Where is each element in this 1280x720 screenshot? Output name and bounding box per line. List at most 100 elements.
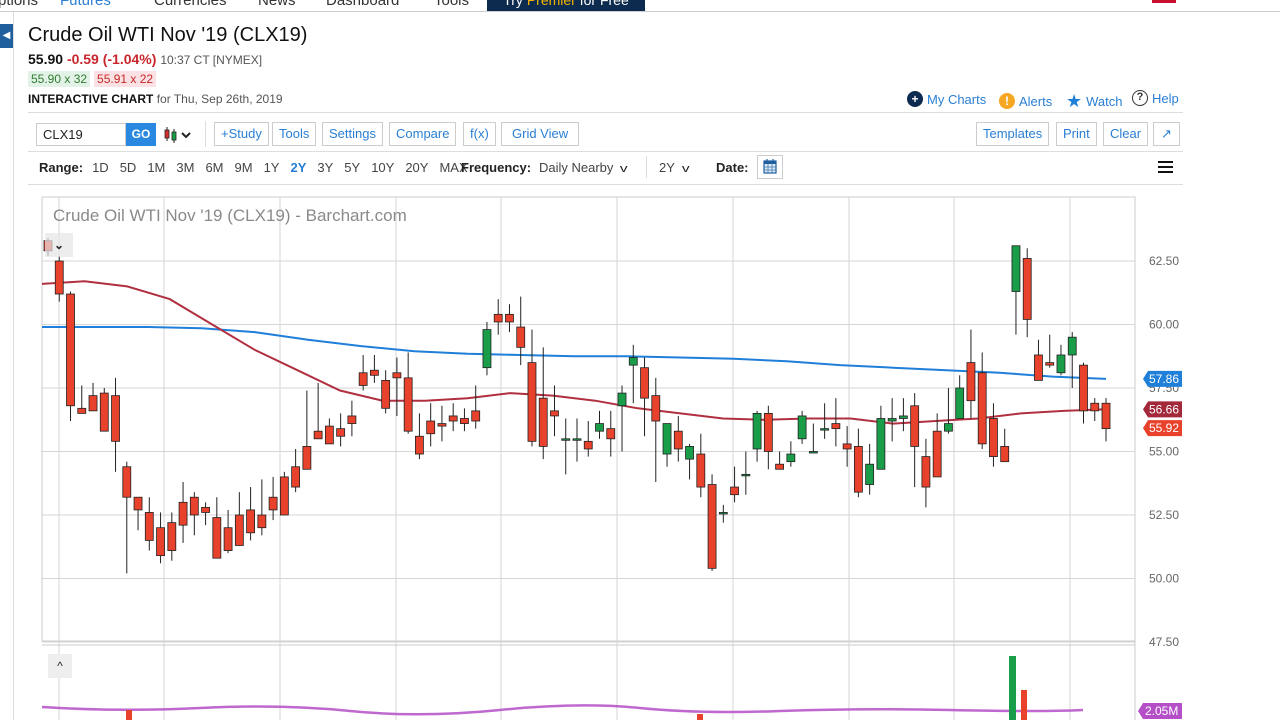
candle (178, 481, 188, 543)
volume-bar (1021, 690, 1027, 720)
candle-body-up (820, 428, 830, 431)
candle-body-down (234, 514, 244, 546)
candle-body-down (516, 326, 526, 348)
chevron-down-icon: ⌄ (53, 238, 65, 252)
candle (820, 403, 830, 439)
y-tick-label: 50.00 (1149, 572, 1179, 586)
candle (696, 433, 706, 498)
candle (1079, 362, 1088, 424)
candle-body-up (718, 512, 728, 515)
y-tick-label: 47.50 (1149, 635, 1179, 649)
volume-pane-toggle-button[interactable]: ^ (48, 654, 72, 678)
candle (876, 405, 886, 470)
candle-body-up (741, 473, 751, 477)
candle-body-down (730, 486, 739, 496)
candle-body-down (302, 446, 312, 470)
candle-body-down (313, 430, 323, 440)
candle (651, 377, 661, 482)
candle-body-down (763, 412, 773, 452)
candle-body-down (966, 362, 976, 402)
y-tick-label: 60.00 (1149, 318, 1179, 332)
candle-body-up (944, 423, 953, 432)
candle (989, 403, 998, 467)
candle-body-up (786, 453, 796, 463)
chart-grid (41, 196, 1136, 720)
candle-body-down (189, 496, 199, 516)
candle-body-down (212, 517, 222, 559)
candle-body-down (977, 372, 987, 445)
candle-body-down (291, 466, 301, 488)
candle-body-down (640, 367, 649, 399)
candle (448, 403, 458, 432)
volume-tag: 2.05M (1138, 703, 1182, 719)
candle (234, 492, 244, 546)
moving-averages (41, 280, 1107, 425)
candle-body-down (415, 435, 424, 455)
candle (313, 382, 323, 440)
candle (156, 512, 165, 564)
candle-body-up (955, 387, 965, 419)
y-tick-label: 62.50 (1149, 254, 1179, 268)
candle-body-down (696, 453, 706, 488)
candle (752, 410, 762, 462)
candle-body-down (1101, 402, 1111, 430)
candle (662, 423, 672, 467)
candle-body-up (1011, 245, 1021, 292)
candle (54, 255, 64, 302)
candle (707, 474, 717, 571)
candle (212, 497, 222, 559)
candle (88, 382, 98, 412)
candle (392, 357, 402, 416)
candle (111, 377, 120, 472)
candle (189, 492, 199, 536)
candle (291, 448, 301, 493)
candle (381, 370, 391, 414)
candle-body-down (842, 443, 852, 450)
legend-toggle-button[interactable]: ⌄ (45, 233, 73, 257)
ma-slow-line (42, 326, 1107, 380)
candles (43, 238, 1111, 574)
candle (1022, 248, 1032, 338)
candle-body-down (437, 423, 447, 427)
candle-body-down (99, 392, 109, 432)
candle (887, 398, 897, 442)
candle (223, 509, 233, 554)
candle-body-down (257, 514, 267, 529)
candle-body-down (201, 506, 210, 513)
candle-body-up (561, 438, 571, 441)
candle-body-down (932, 430, 942, 478)
candle (403, 352, 413, 434)
candle-body-down (167, 522, 177, 551)
candle (426, 403, 436, 447)
candle (482, 321, 492, 376)
candle-body-up (1067, 336, 1077, 356)
candle (910, 393, 920, 488)
tag-label: 55.92 (1149, 421, 1179, 435)
candle-body-down (77, 407, 87, 414)
candle (899, 398, 908, 432)
candle-body-down (88, 395, 98, 412)
candle (122, 461, 132, 574)
candle (685, 443, 694, 480)
candle-body-up (662, 423, 672, 455)
candle (1101, 398, 1111, 442)
candle-body-down (460, 418, 469, 424)
candle-body-up (1056, 354, 1066, 374)
candle (279, 471, 289, 516)
candle-body-down (538, 397, 548, 447)
candle (730, 466, 739, 503)
candle (808, 423, 818, 454)
candle-body-down (831, 423, 841, 430)
candle-body-down (1090, 402, 1100, 412)
candle-body-down (324, 425, 334, 445)
candle-body-up (865, 463, 875, 485)
volume-bar (1009, 656, 1016, 720)
volume-pane: 2.05M (41, 656, 1182, 720)
y-tick-label: 52.50 (1149, 508, 1179, 522)
candle (1090, 398, 1100, 422)
price-chart[interactable]: 62.5060.0057.5055.0052.5050.0047.50 57.8… (0, 0, 1280, 720)
volume-bar (126, 710, 132, 720)
candle (955, 375, 965, 419)
candle (133, 496, 143, 531)
candle-body-up (572, 438, 582, 441)
